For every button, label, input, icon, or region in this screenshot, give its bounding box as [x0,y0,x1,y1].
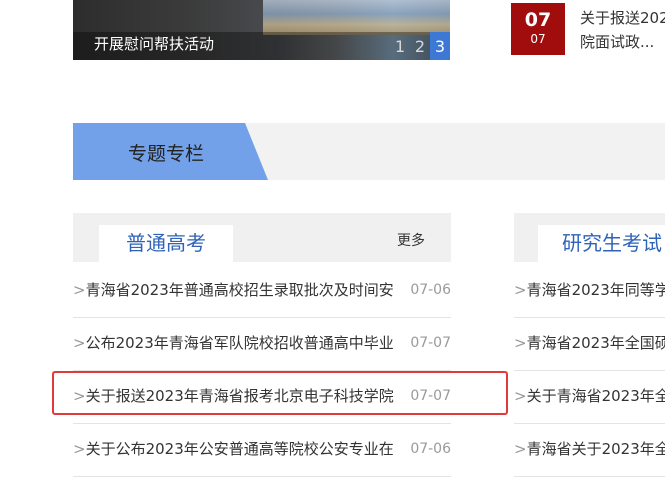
arrow-icon: > [514,387,527,405]
list-item[interactable]: >青海省2023年普通高校招生录取批次及时间安 07-06 [73,264,451,318]
arrow-icon: > [73,281,86,299]
list-item-date: 07-07 [410,335,451,351]
slide-image [263,0,450,35]
panel-header-graduate: 研究生考试 [514,213,665,262]
news-date-badge: 07 07 [511,3,565,55]
news-slideshow[interactable]: 开展慰问帮扶活动 1 2 3 [73,0,450,60]
list-item-title[interactable]: 关于青海省2023年全 [527,387,665,405]
selection-highlight [52,371,508,415]
list-item[interactable]: >关于公布2023年公安普通高等院校公安专业在 07-06 [73,423,451,477]
arrow-icon: > [514,281,527,299]
panel-title-graduate[interactable]: 研究生考试 [538,225,665,262]
panel-header-gaokao: 普通高考 更多 [73,213,451,262]
list-item[interactable]: >青海省2023年全国硕 [514,317,665,371]
list-item-date: 07-06 [410,282,451,298]
section-banner: 专题专栏 [73,123,665,180]
slide-caption[interactable]: 开展慰问帮扶活动 [94,33,214,54]
top-news-title-line2: 院面试政... [580,33,655,51]
arrow-icon: > [73,334,86,352]
list-item-title[interactable]: 青海省2023年同等学 [527,281,665,299]
list-item-date: 07-06 [410,441,451,457]
top-news-title-line1: 关于报送202 [580,9,665,27]
list-item[interactable]: >青海省关于2023年全 [514,423,665,477]
list-item[interactable]: >公布2023年青海省军队院校招收普通高中毕业 07-07 [73,317,451,371]
slide-page-2[interactable]: 2 [410,32,430,60]
arrow-icon: > [73,440,86,458]
slide-page-3[interactable]: 3 [430,32,450,60]
slide-page-1[interactable]: 1 [390,32,410,60]
top-news-link[interactable]: 关于报送202 院面试政... [580,6,665,54]
list-item-title[interactable]: 公布2023年青海省军队院校招收普通高中毕业 [86,334,394,352]
list-item[interactable]: >关于青海省2023年全 [514,370,665,424]
arrow-icon: > [514,334,527,352]
slide-pager: 1 2 3 [390,32,450,60]
more-link[interactable]: 更多 [397,230,425,250]
list-item-title[interactable]: 青海省2023年普通高校招生录取批次及时间安 [86,281,394,299]
news-date-month: 07 [530,32,546,46]
list-item[interactable]: >青海省2023年同等学 [514,264,665,318]
section-banner-title: 专题专栏 [128,143,205,165]
news-date-day: 07 [524,9,552,31]
list-item-title[interactable]: 关于公布2023年公安普通高等院校公安专业在 [86,440,394,458]
list-item-title[interactable]: 青海省关于2023年全 [527,440,665,458]
arrow-icon: > [514,440,527,458]
panel-title-gaokao[interactable]: 普通高考 [99,225,233,262]
list-item-title[interactable]: 青海省2023年全国硕 [527,334,665,352]
